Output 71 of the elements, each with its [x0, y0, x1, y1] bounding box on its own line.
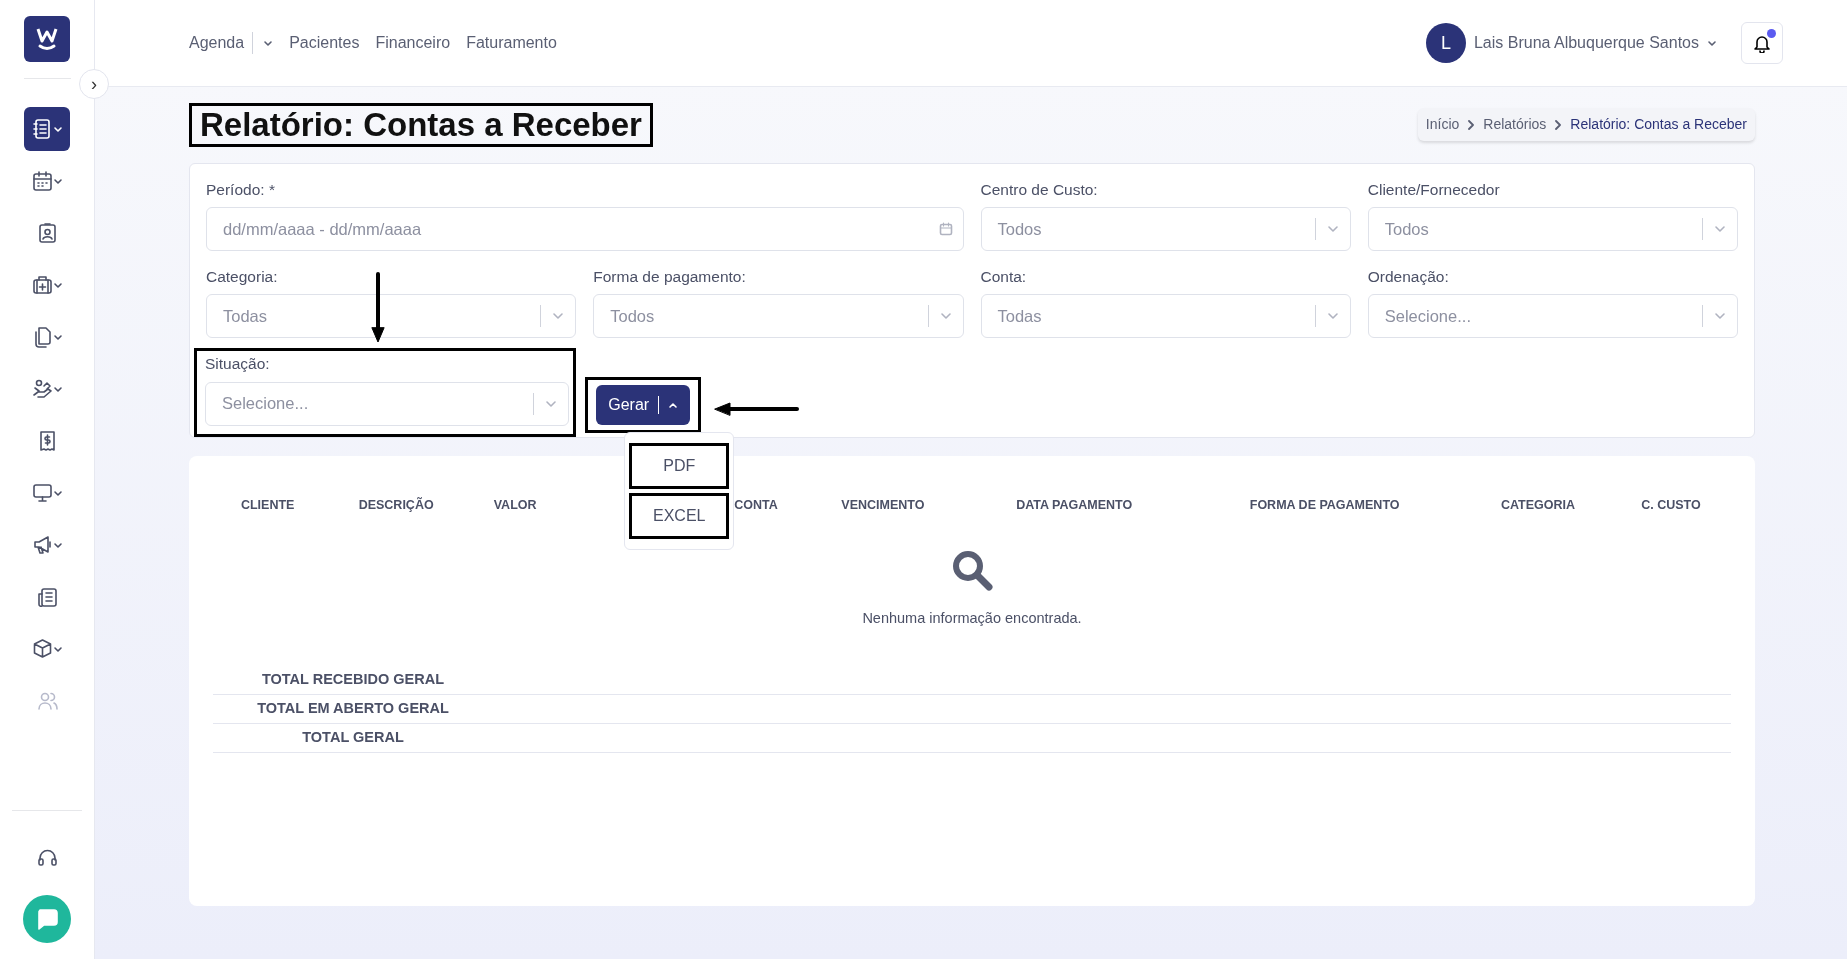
newspaper-icon: [36, 586, 58, 608]
column-header: FORMA DE PAGAMENTO: [1248, 496, 1401, 514]
megaphone-icon: [31, 534, 53, 556]
chevron-down-icon: [52, 384, 63, 394]
column-header: VALOR: [492, 496, 538, 514]
column-header: CONTA: [733, 496, 779, 514]
field-label: Categoria:: [206, 267, 279, 288]
field-label: Ordenação:: [1367, 267, 1450, 288]
notebook-icon: [31, 118, 53, 140]
select-field[interactable]: Selecione...: [1367, 294, 1738, 339]
id-badge-icon: [36, 222, 58, 244]
chevron-right-icon: [1554, 119, 1563, 130]
breadcrumb-link[interactable]: Relatórios: [1483, 114, 1547, 136]
chat-bubble-icon: [35, 907, 59, 931]
field-label: Centro de Custo:: [980, 179, 1099, 200]
box-icon: [31, 638, 53, 660]
chevron-down-icon: [52, 488, 63, 498]
chevron-down-icon: [1707, 38, 1717, 48]
search-icon: [950, 548, 994, 593]
collapse-button[interactable]: ›: [79, 69, 109, 99]
logo-icon: [24, 16, 70, 62]
column-header: CATEGORIA: [1499, 496, 1576, 514]
page-title: Relatório: Contas a Receber: [200, 106, 642, 144]
calendar-icon: [31, 170, 53, 192]
monitor-icon: [31, 482, 53, 504]
column-header: DESCRIÇÃO: [357, 496, 435, 514]
users-icon: [36, 690, 58, 712]
select-field[interactable]: Todas: [206, 294, 577, 339]
column-header: DATA PAGAMENTO: [1015, 496, 1134, 514]
chevron-down-icon: [52, 176, 63, 186]
chevron-down-icon: [52, 540, 63, 550]
chevron-down-icon: [52, 332, 63, 342]
sidebar-item[interactable]: [24, 107, 70, 151]
select-field[interactable]: Todos: [1367, 207, 1738, 252]
nav-link[interactable]: Faturamento: [466, 31, 557, 55]
field-label: Cliente/Fornecedor: [1367, 179, 1501, 200]
chevron-down-icon: [52, 280, 63, 290]
select-field[interactable]: Todas: [980, 294, 1351, 339]
date-range-field[interactable]: dd/mm/aaaa - dd/mm/aaaa: [206, 207, 964, 252]
user-menu[interactable]: Lais Bruna Albuquerque Santos: [1473, 31, 1699, 55]
breadcrumb-link[interactable]: Início: [1425, 114, 1460, 136]
medical-kit-icon: [31, 274, 53, 296]
nav-link[interactable]: Financeiro: [375, 31, 451, 55]
column-header: VENCIMENTO: [840, 496, 926, 514]
user-avatar: L: [1425, 23, 1466, 63]
field-label: Período: *: [206, 179, 276, 200]
select-field[interactable]: Todos: [593, 294, 964, 339]
chevron-right-icon: [1467, 119, 1476, 130]
hand-care-icon: [31, 378, 53, 400]
field-label: Conta:: [980, 267, 1028, 288]
nav-link[interactable]: Agenda: [189, 31, 274, 55]
total-label: TOTAL EM ABERTO GERAL: [256, 699, 450, 719]
total-label: TOTAL GERAL: [301, 728, 405, 748]
field-label: Forma de pagamento:: [593, 267, 747, 288]
chevron-down-icon: [52, 124, 63, 134]
nav-link[interactable]: Pacientes: [289, 31, 360, 55]
column-header: C. CUSTO: [1640, 496, 1702, 514]
select-field[interactable]: Selecione...: [205, 381, 570, 426]
bell-icon: [1752, 33, 1772, 53]
chevron-down-icon: [52, 644, 63, 654]
menu-item[interactable]: PDF: [629, 442, 730, 489]
generate-button[interactable]: Gerar: [596, 384, 691, 425]
total-label: TOTAL RECEBIDO GERAL: [260, 670, 446, 690]
field-label: Situação:: [205, 354, 271, 375]
chevron-down-icon: [263, 38, 274, 48]
empty-message: Nenhuma informação encontrada.: [862, 609, 1082, 629]
notifications-button[interactable]: [1741, 22, 1783, 64]
calendar-icon: [938, 222, 953, 237]
select-field[interactable]: Todos: [980, 207, 1351, 252]
column-header: CLIENTE: [239, 496, 296, 514]
menu-item[interactable]: EXCEL: [629, 492, 730, 539]
